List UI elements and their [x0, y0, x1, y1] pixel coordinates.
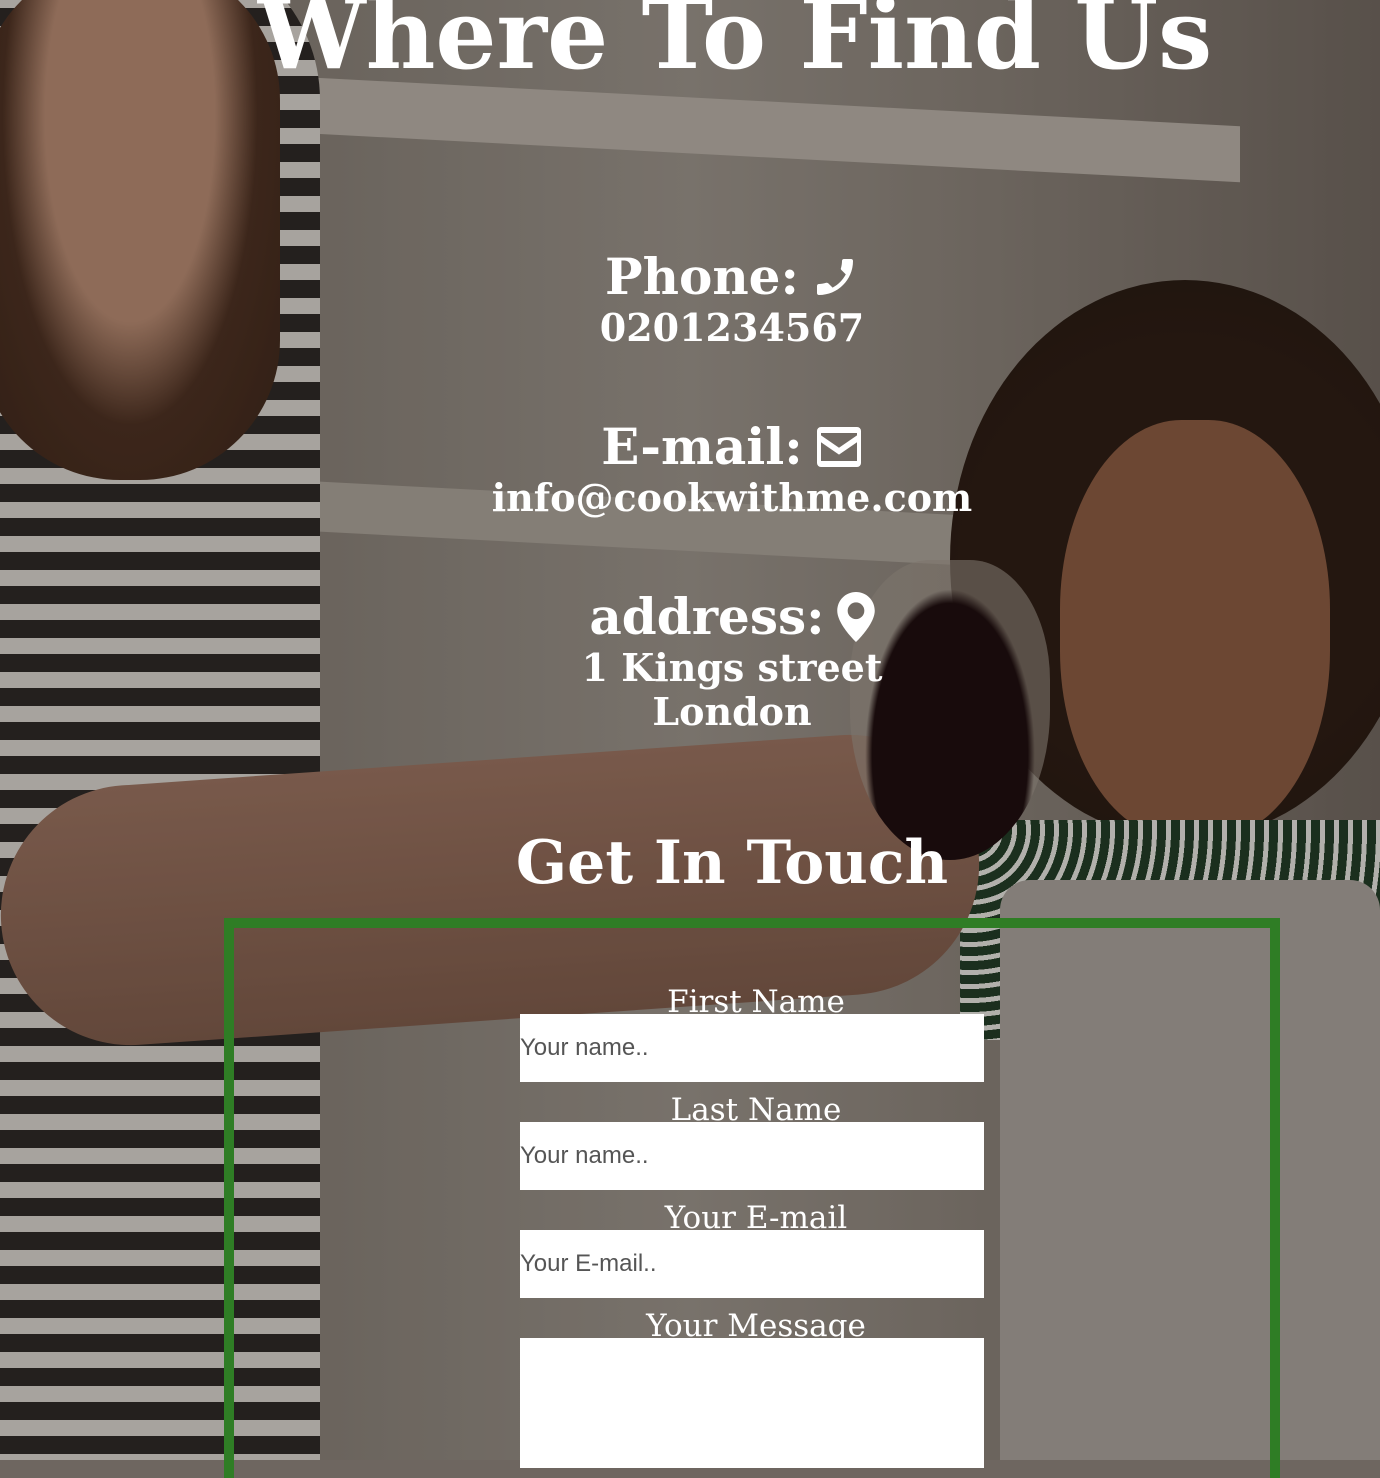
contact-form: First Name Last Name Your E-mail Your Me… — [224, 918, 1280, 1478]
page-title: Where To Find Us — [257, 0, 1213, 91]
phone-value: 0201234567 — [599, 305, 865, 350]
email-label-row: E-mail: — [0, 418, 1380, 476]
phone-label: Phone: — [605, 247, 799, 306]
phone-label-row: Phone: — [0, 248, 1380, 306]
email-input[interactable] — [520, 1230, 984, 1298]
form-heading: Get In Touch — [515, 828, 949, 898]
contact-section: Where To Find Us Phone: 0201234567 E-mai… — [0, 0, 1380, 1478]
email-value[interactable]: info@cookwithme.com — [0, 476, 1380, 520]
address-block: address: 1 Kings street London — [0, 588, 1380, 734]
last-name-input[interactable] — [520, 1122, 984, 1190]
first-name-input[interactable] — [520, 1014, 984, 1082]
phone-icon — [811, 253, 859, 301]
envelope-icon — [815, 425, 863, 469]
phone-block: Phone: 0201234567 — [0, 248, 1380, 350]
address-line-1: 1 Kings street — [581, 645, 883, 690]
email-block: E-mail: info@cookwithme.com — [0, 418, 1380, 520]
address-line-2: London — [652, 689, 812, 734]
address-label-row: address: — [0, 588, 1380, 646]
email-label: E-mail: — [601, 417, 803, 476]
message-textarea[interactable] — [520, 1338, 984, 1468]
address-label: address: — [589, 587, 825, 646]
map-marker-icon — [836, 592, 875, 642]
